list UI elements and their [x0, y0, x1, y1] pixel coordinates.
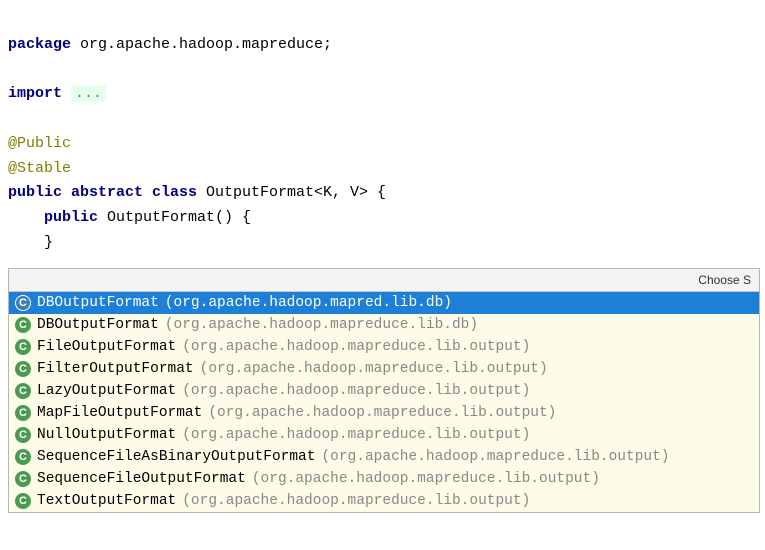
class-icon: C	[15, 295, 31, 311]
completion-package: (org.apache.hadoop.mapreduce.lib.output)	[182, 427, 530, 443]
completion-class-name: SequenceFileOutputFormat	[37, 471, 246, 487]
completion-class-name: MapFileOutputFormat	[37, 405, 202, 421]
completion-item[interactable]: C TextOutputFormat (org.apache.hadoop.map…	[9, 490, 759, 512]
completion-item[interactable]: C MapFileOutputFormat (org.apache.hadoop.…	[9, 402, 759, 424]
keyword-package: package	[8, 36, 71, 53]
completion-item[interactable]: C FileOutputFormat (org.apache.hadoop.map…	[9, 336, 759, 358]
completion-class-name: DBOutputFormat	[37, 295, 159, 311]
completion-item[interactable]: C NullOutputFormat (org.apache.hadoop.map…	[9, 424, 759, 446]
completion-item[interactable]: C LazyOutputFormat (org.apache.hadoop.map…	[9, 380, 759, 402]
completion-class-name: LazyOutputFormat	[37, 383, 176, 399]
annotation-public: @Public	[8, 135, 71, 152]
class-icon: C	[15, 405, 31, 421]
completion-package: (org.apache.hadoop.mapreduce.lib.output)	[182, 493, 530, 509]
import-fold[interactable]: ...	[71, 85, 106, 102]
completion-class-name: FilterOutputFormat	[37, 361, 194, 377]
class-icon: C	[15, 339, 31, 355]
package-name: org.apache.hadoop.mapreduce;	[71, 36, 332, 53]
completion-item[interactable]: C SequenceFileAsBinaryOutputFormat (org.a…	[9, 446, 759, 468]
completion-class-name: SequenceFileAsBinaryOutputFormat	[37, 449, 315, 465]
popup-header: Choose S	[9, 269, 759, 292]
completion-package: (org.apache.hadoop.mapreduce.lib.db)	[165, 317, 478, 333]
completion-package: (org.apache.hadoop.mapreduce.lib.output)	[200, 361, 548, 377]
completion-class-name: DBOutputFormat	[37, 317, 159, 333]
class-icon: C	[15, 317, 31, 333]
class-icon: C	[15, 383, 31, 399]
completion-popup: Choose S C DBOutputFormat (org.apache.had…	[8, 268, 760, 513]
completion-item[interactable]: C DBOutputFormat (org.apache.hadoop.mapre…	[9, 314, 759, 336]
ctor-modifier: public	[44, 209, 98, 226]
completion-package: (org.apache.hadoop.mapred.lib.db)	[165, 295, 452, 311]
completion-item[interactable]: C DBOutputFormat (org.apache.hadoop.mapre…	[9, 292, 759, 314]
class-icon: C	[15, 471, 31, 487]
class-icon: C	[15, 493, 31, 509]
class-icon: C	[15, 361, 31, 377]
completion-class-name: TextOutputFormat	[37, 493, 176, 509]
completion-package: (org.apache.hadoop.mapreduce.lib.output)	[252, 471, 600, 487]
completion-package: (org.apache.hadoop.mapreduce.lib.output)	[321, 449, 669, 465]
class-signature: OutputFormat<K, V> {	[197, 184, 386, 201]
annotation-stable: @Stable	[8, 160, 71, 177]
ctor-close-brace: }	[8, 234, 53, 251]
keyword-import: import	[8, 85, 62, 102]
code-editor[interactable]: package org.apache.hadoop.mapreduce; imp…	[0, 0, 765, 256]
class-modifiers: public abstract class	[8, 184, 197, 201]
completion-class-name: FileOutputFormat	[37, 339, 176, 355]
ctor-signature: OutputFormat() {	[98, 209, 251, 226]
completion-class-name: NullOutputFormat	[37, 427, 176, 443]
completion-item[interactable]: C FilterOutputFormat (org.apache.hadoop.m…	[9, 358, 759, 380]
completion-package: (org.apache.hadoop.mapreduce.lib.output)	[182, 383, 530, 399]
completion-package: (org.apache.hadoop.mapreduce.lib.output)	[208, 405, 556, 421]
class-icon: C	[15, 427, 31, 443]
completion-list[interactable]: C DBOutputFormat (org.apache.hadoop.mapre…	[9, 292, 759, 512]
completion-item[interactable]: C SequenceFileOutputFormat (org.apache.ha…	[9, 468, 759, 490]
class-icon: C	[15, 449, 31, 465]
completion-package: (org.apache.hadoop.mapreduce.lib.output)	[182, 339, 530, 355]
